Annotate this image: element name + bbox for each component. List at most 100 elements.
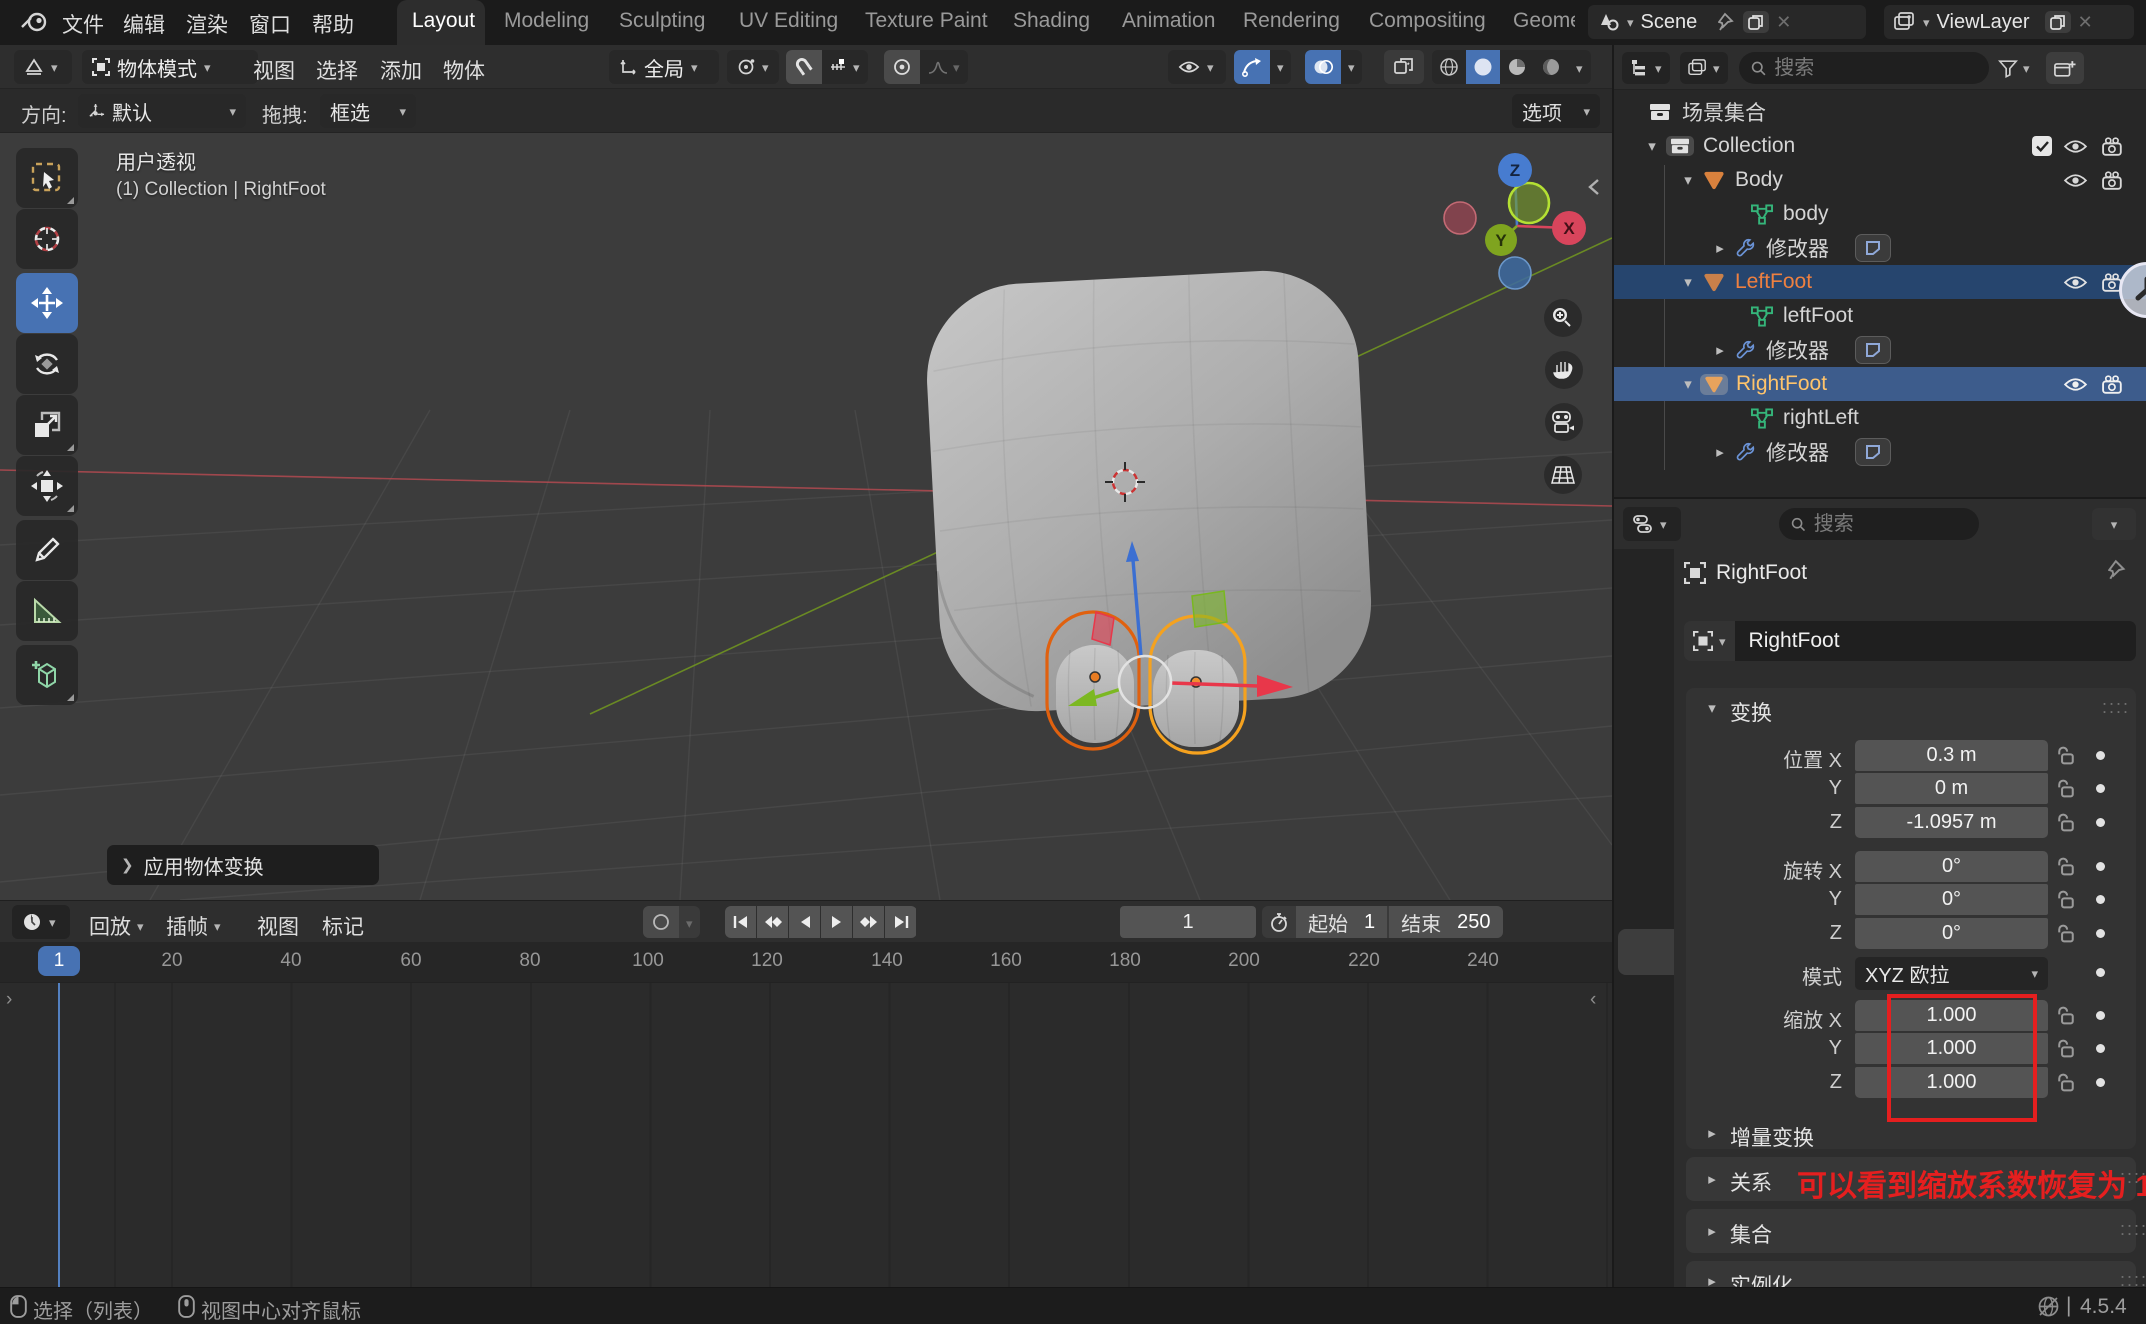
menu-add[interactable]: 添加	[380, 55, 422, 85]
outliner-row-scene-collection[interactable]: 场景集合	[1614, 95, 2146, 129]
sidebar-collapse-arrow[interactable]	[1590, 180, 1598, 194]
ortho-toggle-button[interactable]	[1544, 456, 1582, 494]
timeline-editor-type-button[interactable]: ▾	[12, 905, 70, 939]
tab-modeling[interactable]: Modeling	[504, 9, 589, 33]
expand-chevron[interactable]: ▾	[1678, 171, 1698, 189]
expand-chevron[interactable]: ▸	[1710, 443, 1730, 461]
collection-exclude-checkbox[interactable]	[2032, 136, 2052, 156]
location-z-lock-icon[interactable]	[2057, 812, 2075, 833]
tool-select-box[interactable]	[16, 148, 78, 208]
expand-chevron[interactable]: ▸	[1710, 239, 1730, 257]
menu-file[interactable]: 文件	[62, 9, 104, 39]
current-frame-field[interactable]: 1	[1120, 906, 1256, 938]
shading-settings-button[interactable]: ▾	[1568, 56, 1591, 79]
menu-help[interactable]: 帮助	[312, 9, 354, 39]
viewport-3d[interactable]: Z X Y 用户透视 (1) Collection | RightFoot	[0, 133, 1612, 900]
gizmo-settings-button[interactable]: ▾	[1270, 50, 1291, 84]
playhead-line[interactable]	[58, 983, 60, 1288]
pin-icon[interactable]	[2108, 559, 2128, 581]
visibility-dropdown[interactable]: ▾	[1168, 50, 1226, 84]
eye-icon[interactable]	[2063, 376, 2088, 393]
object-name-field[interactable]: RightFoot	[1735, 621, 2136, 661]
expand-chevron[interactable]: ▸	[1710, 341, 1730, 359]
properties-editor-type-button[interactable]: ▾	[1623, 507, 1681, 541]
scale-y-lock-icon[interactable]	[2057, 1038, 2075, 1059]
play-reverse-button[interactable]	[789, 906, 820, 938]
object-id-dropdown[interactable]: ▾	[1684, 621, 1735, 661]
gizmo-plane-yz[interactable]	[1192, 591, 1227, 627]
menu-render[interactable]: 渲染	[186, 9, 228, 39]
tool-cursor[interactable]	[16, 209, 78, 269]
camera-visibility-icon[interactable]	[2101, 171, 2126, 190]
nav-axis-z-neg[interactable]	[1499, 257, 1531, 289]
tool-add-cube[interactable]	[16, 645, 78, 705]
outliner-row-body-mesh[interactable]: body	[1614, 197, 2146, 231]
tab-animation[interactable]: Animation	[1122, 9, 1215, 33]
falloff-dropdown[interactable]: ▾	[920, 60, 968, 74]
outliner-row-body-modifiers[interactable]: ▸ 修改器	[1614, 231, 2146, 265]
location-y-animate-dot[interactable]	[2096, 784, 2105, 793]
tab-shading[interactable]: Shading	[1013, 9, 1090, 33]
tab-rendering[interactable]: Rendering	[1243, 9, 1340, 33]
scene-selector[interactable]: ▾ Scene ✕	[1588, 5, 1866, 39]
outliner-row-leftfoot-object[interactable]: ▾ LeftFoot	[1614, 265, 2146, 299]
tool-rotate[interactable]	[16, 334, 78, 394]
pin-icon[interactable]	[1718, 12, 1736, 32]
editor-type-button[interactable]: ▾	[14, 50, 72, 84]
menu-window[interactable]: 窗口	[249, 9, 291, 39]
rotation-x-field[interactable]: 0°	[1855, 851, 2048, 882]
properties-search-input[interactable]	[1814, 513, 1967, 536]
shading-solid-button[interactable]	[1466, 50, 1500, 84]
end-frame-field[interactable]: 结束 250	[1387, 906, 1502, 938]
rotation-z-animate-dot[interactable]	[2096, 929, 2105, 938]
eye-icon[interactable]	[2063, 138, 2088, 155]
autokey-settings-button[interactable]: ▾	[679, 911, 700, 934]
rotation-y-field[interactable]: 0°	[1855, 884, 2048, 915]
pivot-point-button[interactable]: ▾	[727, 50, 779, 84]
menu-view[interactable]: 视图	[253, 55, 295, 85]
eye-icon[interactable]	[2063, 172, 2088, 189]
shading-rendered-button[interactable]	[1534, 57, 1568, 77]
expand-chevron[interactable]: ▾	[1642, 137, 1662, 155]
nav-axis-x-neg[interactable]	[1444, 202, 1476, 234]
outliner-row-leftfoot-modifiers[interactable]: ▸ 修改器	[1614, 333, 2146, 367]
tab-layout[interactable]: Layout	[412, 9, 475, 33]
panel-drag-dots[interactable]: ::::	[2102, 697, 2130, 718]
proportional-edit-toggle[interactable]	[884, 50, 920, 84]
tab-texture-paint[interactable]: Texture Paint	[865, 9, 988, 33]
scale-y-animate-dot[interactable]	[2096, 1044, 2105, 1053]
pan-hand-button[interactable]	[1545, 351, 1583, 389]
timeline-ruler[interactable]: 1 20 40 60 80 100 120 140 160 180 200 22…	[0, 942, 1612, 982]
eye-icon[interactable]	[2063, 274, 2088, 291]
operator-panel-apply-transform[interactable]: ❯ 应用物体变换	[107, 845, 379, 885]
scene-copy-button[interactable]	[1743, 11, 1769, 33]
delta-transform-chevron[interactable]: ▸	[1702, 1124, 1722, 1142]
scale-z-animate-dot[interactable]	[2096, 1078, 2105, 1087]
show-gizmo-toggle[interactable]	[1234, 50, 1270, 84]
tab-geometry-nodes[interactable]: Geometry Nodes	[1513, 9, 1575, 33]
shading-material-button[interactable]	[1500, 57, 1534, 77]
outliner-filter-layer-button[interactable]: ▾	[1680, 52, 1728, 84]
rotation-z-lock-icon[interactable]	[2057, 923, 2075, 944]
body-mesh[interactable]	[922, 266, 1376, 716]
outliner-row-collection[interactable]: ▾ Collection	[1614, 129, 2146, 163]
tab-sculpting[interactable]: Sculpting	[619, 9, 705, 33]
jump-to-end-button[interactable]	[885, 906, 916, 938]
drag-mode-dropdown[interactable]: 框选 ▾	[320, 94, 416, 128]
show-overlays-toggle[interactable]	[1305, 50, 1341, 84]
outliner-row-leftfoot-mesh[interactable]: leftFoot	[1614, 299, 2146, 333]
scale-x-lock-icon[interactable]	[2057, 1005, 2075, 1026]
menu-keying[interactable]: 插帧▾	[166, 911, 221, 941]
rotation-mode-animate-dot[interactable]	[2096, 968, 2105, 977]
options-dropdown[interactable]: 选项 ▾	[1512, 94, 1600, 128]
playhead-badge[interactable]: 1	[38, 946, 80, 976]
location-z-animate-dot[interactable]	[2096, 818, 2105, 827]
location-x-field[interactable]: 0.3 m	[1855, 740, 2048, 771]
scale-z-lock-icon[interactable]	[2057, 1072, 2075, 1093]
timeline-collapse-arrow-right[interactable]: ‹	[1590, 989, 1596, 1011]
rotation-y-animate-dot[interactable]	[2096, 895, 2105, 904]
outliner-search-input[interactable]	[1774, 57, 1977, 80]
scale-x-animate-dot[interactable]	[2096, 1011, 2105, 1020]
location-y-lock-icon[interactable]	[2057, 778, 2075, 799]
shading-wireframe-button[interactable]	[1432, 57, 1466, 77]
